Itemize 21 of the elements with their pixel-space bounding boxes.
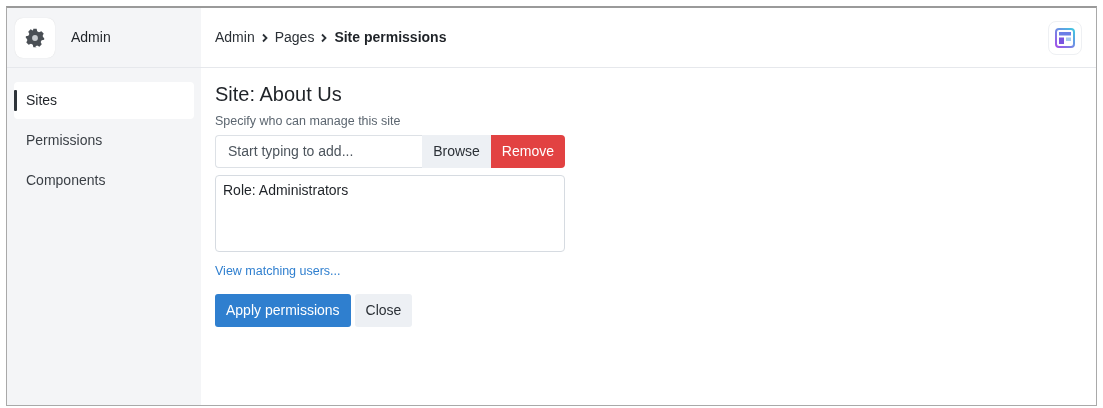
assigned-entry: Role: Administrators [223,180,350,200]
page-heading: Site: About Us [215,82,343,106]
sidebar-item[interactable]: Components [14,162,194,199]
breadcrumb-current: Site permissions [334,28,447,47]
field-label: Specify who can manage this site [215,113,402,130]
apply-button[interactable]: Apply permissions [215,293,351,327]
remove-button[interactable]: Remove [490,134,565,168]
chevron-icon [260,32,269,43]
chevron-icon [320,32,329,43]
sidebar-item[interactable]: Permissions [14,122,194,159]
gear-icon [25,27,45,48]
close-button[interactable]: Close [354,293,413,327]
app-title: Admin [71,28,111,47]
layout-button[interactable] [1048,20,1082,55]
breadcrumb-link[interactable]: Pages [274,27,315,48]
add-field[interactable]: Start typing to add... [215,134,423,168]
layout-icon [1055,27,1075,48]
sidebar-item[interactable]: Sites [14,82,194,119]
breadcrumb-link[interactable]: Admin [215,27,255,48]
view-users-link[interactable]: View matching users... [215,261,341,281]
browse-button[interactable]: Browse [422,134,491,168]
